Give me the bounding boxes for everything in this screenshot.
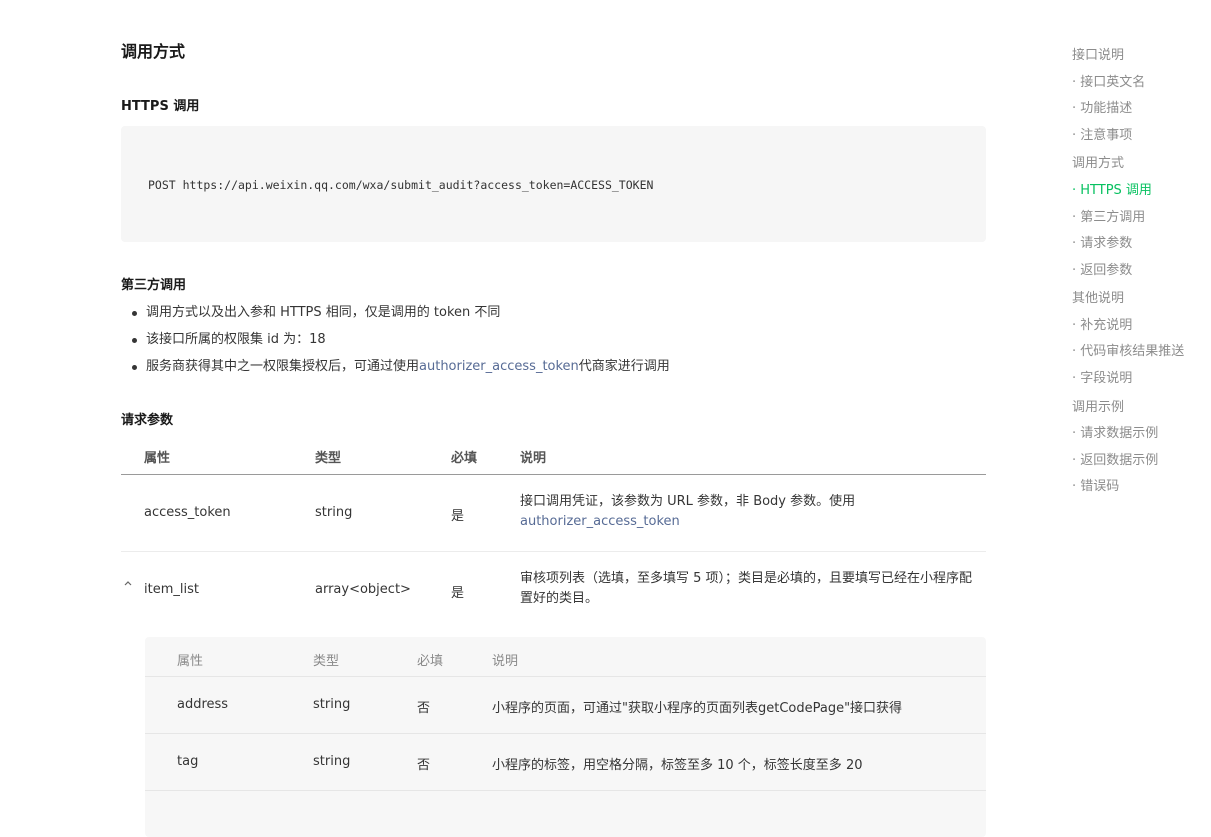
sub-param-type: string	[313, 697, 351, 712]
header-required: 必填	[451, 451, 478, 466]
param-required: 是	[451, 586, 465, 601]
sub-param-required: 否	[417, 701, 431, 716]
table-row: access_token string 是 接口调用凭证，该参数为 URL 参数…	[121, 475, 986, 552]
table-row: item_list array<object> 是 审核项列表（选填，至多填写 …	[121, 552, 986, 628]
header-name: 属性	[144, 451, 171, 466]
bullet-text-prefix: 服务商获得其中之一权限集授权后，可通过使用	[146, 359, 420, 374]
sub-header-required: 必填	[417, 654, 444, 669]
params-table-header: 属性 类型 必填 说明	[121, 436, 986, 475]
toc-item-function[interactable]: · 功能描述	[1072, 97, 1132, 116]
sub-param-desc: 小程序的标签，用空格分隔，标签至多 10 个，标签长度至多 20	[492, 758, 863, 773]
table-row	[145, 790, 986, 837]
toc-item-fields[interactable]: · 字段说明	[1072, 367, 1132, 386]
toc-item-request-example[interactable]: · 请求数据示例	[1072, 422, 1158, 441]
param-name: access_token	[144, 505, 231, 520]
toc-item-error-codes[interactable]: · 错误码	[1072, 475, 1119, 494]
param-name[interactable]: item_list	[144, 582, 199, 597]
toc-item-request-params[interactable]: · 请求参数	[1072, 232, 1132, 251]
table-row: address string 否 小程序的页面，可通过"获取小程序的页面列表ge…	[145, 676, 986, 733]
toc-group-call-method[interactable]: 调用方式	[1072, 152, 1124, 171]
toc-item-response-example[interactable]: · 返回数据示例	[1072, 449, 1158, 468]
bullet-text-suffix: 代商家进行调用	[578, 359, 670, 374]
toc-group-api-desc[interactable]: 接口说明	[1072, 44, 1124, 63]
chevron-up-icon[interactable]	[123, 578, 133, 588]
third-party-list: 调用方式以及出入参和 HTTPS 相同，仅是调用的 token 不同 该接口所属…	[121, 303, 670, 384]
sub-param-required: 否	[417, 758, 431, 773]
param-desc: 审核项列表（选填，至多填写 5 项）；类目是必填的，且要填写已经在小程序配置好的…	[520, 571, 973, 606]
section-title-third-party: 第三方调用	[121, 278, 187, 293]
list-item: 服务商获得其中之一权限集授权后，可通过使用authorizer_access_t…	[121, 357, 670, 384]
code-block: POST https://api.weixin.qq.com/wxa/submi…	[121, 126, 986, 242]
param-required: 是	[451, 509, 465, 524]
code-line: POST https://api.weixin.qq.com/wxa/submi…	[148, 178, 654, 192]
sub-header-desc: 说明	[492, 654, 519, 669]
param-desc: 接口调用凭证，该参数为 URL 参数，非 Body 参数。使用 authoriz…	[520, 492, 982, 532]
section-title-call-method: 调用方式	[121, 42, 186, 61]
sub-param-type: string	[313, 754, 351, 769]
toc-item-third-party[interactable]: · 第三方调用	[1072, 206, 1145, 225]
toc-item-notes[interactable]: · 注意事项	[1072, 124, 1132, 143]
authorizer-token-link[interactable]: authorizer_access_token	[419, 359, 579, 374]
section-title-request-params: 请求参数	[121, 413, 174, 428]
section-title-https-call: HTTPS 调用	[121, 99, 200, 114]
sub-param-name: tag	[177, 754, 199, 769]
header-desc: 说明	[520, 451, 547, 466]
toc-item-response-params[interactable]: · 返回参数	[1072, 259, 1132, 278]
list-item: 该接口所属的权限集 id 为：18	[121, 330, 670, 357]
sub-header-type: 类型	[313, 654, 340, 669]
toc-item-https-call[interactable]: · HTTPS 调用	[1072, 179, 1152, 198]
list-item: 调用方式以及出入参和 HTTPS 相同，仅是调用的 token 不同	[121, 303, 670, 330]
toc-item-audit-push[interactable]: · 代码审核结果推送	[1072, 340, 1184, 359]
table-row: tag string 否 小程序的标签，用空格分隔，标签至多 10 个，标签长度…	[145, 733, 986, 790]
toc-item-api-name[interactable]: · 接口英文名	[1072, 71, 1145, 90]
toc-group-examples[interactable]: 调用示例	[1072, 396, 1124, 415]
sub-param-name: address	[177, 697, 229, 712]
nested-params-table: 属性 类型 必填 说明 address string 否 小程序的页面，可通过"…	[145, 637, 986, 837]
param-type: string	[315, 505, 353, 520]
param-type: array<object>	[315, 582, 411, 597]
toc-group-other[interactable]: 其他说明	[1072, 287, 1124, 306]
sub-header-name: 属性	[177, 654, 204, 669]
sub-param-desc: 小程序的页面，可通过"获取小程序的页面列表getCodePage"接口获得	[492, 701, 903, 716]
toc-item-supplement[interactable]: · 补充说明	[1072, 314, 1132, 333]
header-type: 类型	[315, 451, 342, 466]
authorizer-token-link[interactable]: authorizer_access_token	[520, 514, 680, 529]
param-desc-text: 接口调用凭证，该参数为 URL 参数，非 Body 参数。使用	[520, 494, 856, 509]
